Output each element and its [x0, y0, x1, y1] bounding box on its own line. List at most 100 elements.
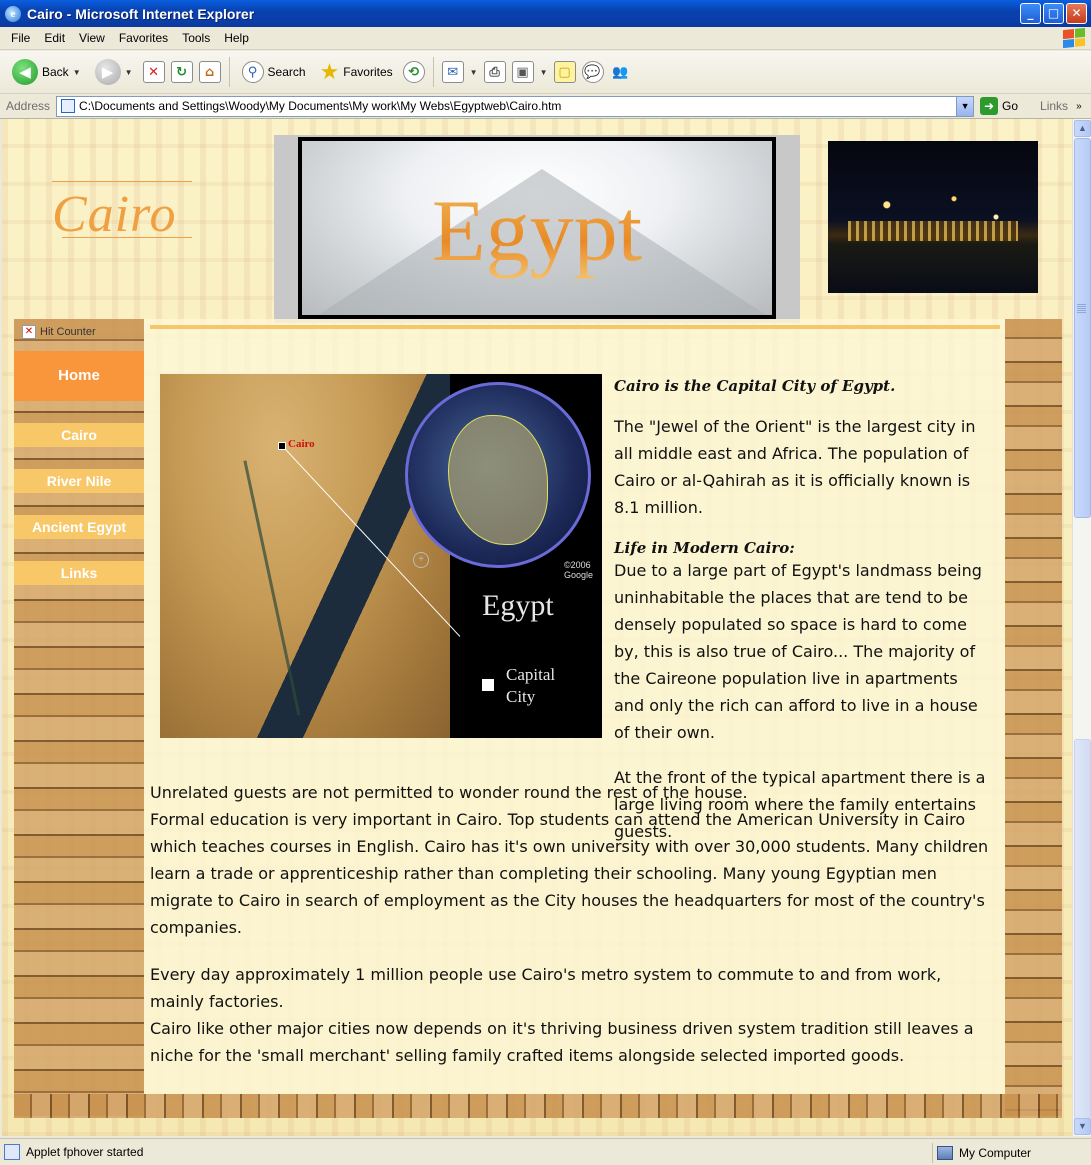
crosshair-icon: +: [413, 552, 429, 568]
nav-links[interactable]: Links: [14, 561, 144, 585]
address-input[interactable]: C:\Documents and Settings\Woody\My Docum…: [56, 95, 975, 117]
menu-view[interactable]: View: [72, 31, 112, 45]
search-label: Search: [267, 65, 306, 79]
egypt-map-label: Egypt: [482, 589, 554, 622]
page-icon: [61, 99, 76, 113]
stop-icon[interactable]: ✕: [142, 61, 165, 83]
ie-icon: e: [5, 5, 21, 22]
toolbar: ◀ Back ▼ ▶ ▼ ✕ ↻ ⌂ ⚲ Search ★ Favorites …: [0, 51, 1091, 94]
forward-arrow-icon: ▶: [94, 59, 121, 85]
guests-paragraph: Unrelated guests are not permitted to wo…: [150, 783, 748, 802]
broken-image-icon: ✕: [22, 325, 36, 339]
modern-cairo-paragraph: Due to a large part of Egypt's landmass …: [614, 561, 982, 742]
windows-logo-icon: [1063, 27, 1085, 49]
capital-marker: [482, 679, 494, 691]
page-viewport: Cairo Egypt ✕ Hit Counter Home Cairo Riv…: [2, 119, 1072, 1136]
google-credit: ©2006 Google: [564, 560, 594, 580]
home-icon[interactable]: ⌂: [198, 61, 221, 83]
minimize-button[interactable]: _: [1020, 3, 1041, 24]
mail-icon[interactable]: ✉: [441, 61, 464, 83]
zone-label: My Computer: [959, 1146, 1032, 1160]
scroll-down-icon[interactable]: ▼: [1074, 1118, 1091, 1135]
nav-river-nile[interactable]: River Nile: [14, 469, 144, 493]
banner-frame: Egypt: [298, 137, 776, 319]
forward-dropdown-icon[interactable]: ▼: [125, 68, 133, 77]
menu-file[interactable]: File: [4, 31, 37, 45]
search-icon: ⚲: [241, 61, 264, 83]
address-bar: Address C:\Documents and Settings\Woody\…: [0, 94, 1091, 119]
close-button[interactable]: ✕: [1066, 3, 1087, 24]
back-label: Back: [42, 65, 69, 79]
toolbar-separator: [228, 57, 230, 87]
bottom-hieroglyph-border: [14, 1094, 1062, 1118]
scroll-track-highlight: [1074, 739, 1091, 1119]
education-paragraph: Formal education is very important in Ca…: [150, 810, 989, 937]
back-arrow-icon: ◀: [12, 59, 38, 85]
refresh-icon[interactable]: ↻: [170, 61, 193, 83]
go-button[interactable]: ➜ Go: [980, 97, 1018, 115]
maximize-button[interactable]: □: [1043, 3, 1064, 24]
edit-icon[interactable]: ▣: [511, 61, 534, 83]
status-text: Applet fphover started: [26, 1145, 144, 1159]
menu-edit[interactable]: Edit: [37, 31, 72, 45]
history-icon[interactable]: ⟲: [402, 61, 425, 83]
favorites-button[interactable]: ★ Favorites: [316, 55, 397, 89]
go-arrow-icon: ➜: [980, 97, 999, 115]
nav-ancient-egypt[interactable]: Ancient Egypt: [14, 515, 144, 539]
banner-title: Egypt: [302, 181, 772, 282]
menu-favorites[interactable]: Favorites: [112, 31, 175, 45]
security-zone: My Computer: [932, 1143, 1031, 1163]
search-button[interactable]: ⚲ Search: [238, 55, 310, 89]
nav-home[interactable]: Home: [14, 351, 144, 401]
intro-paragraph: The "Jewel of the Orient" is the largest…: [614, 417, 976, 517]
hit-counter: ✕ Hit Counter: [22, 325, 96, 339]
note-icon[interactable]: ▢: [553, 61, 576, 83]
divider-rule: [150, 325, 1000, 329]
print-icon[interactable]: ⎙: [483, 61, 506, 83]
menu-tools[interactable]: Tools: [175, 31, 217, 45]
back-dropdown-icon[interactable]: ▼: [73, 68, 81, 77]
cairo-marker: [278, 442, 286, 450]
address-dropdown-icon[interactable]: ▼: [956, 96, 974, 116]
back-button[interactable]: ◀ Back ▼: [8, 55, 85, 89]
vertical-scrollbar[interactable]: ▲ ▼: [1072, 119, 1091, 1136]
computer-icon: [937, 1146, 953, 1160]
globe-image: [405, 382, 591, 568]
cairo-map-label: Cairo: [288, 438, 315, 450]
cairo-logo: Cairo: [52, 181, 193, 243]
africa-landmass: [448, 415, 548, 545]
messenger-icon[interactable]: 👥: [610, 61, 632, 83]
title-bar: e Cairo - Microsoft Internet Explorer _ …: [0, 0, 1091, 27]
menu-help[interactable]: Help: [217, 31, 256, 45]
favorites-star-icon: ★: [319, 59, 340, 84]
scroll-grip: [1077, 304, 1086, 313]
address-value: C:\Documents and Settings\Woody\My Docum…: [79, 99, 562, 113]
window-controls: _ □ ✕: [1020, 3, 1087, 24]
favorites-label: Favorites: [343, 65, 393, 79]
links-toolbar[interactable]: Links: [1040, 99, 1068, 113]
go-label: Go: [1002, 99, 1019, 113]
toolbar-separator: [432, 57, 434, 87]
modern-cairo-heading: Life in Modern Cairo:: [614, 539, 795, 557]
links-chevron-icon[interactable]: »: [1076, 101, 1082, 112]
scroll-up-icon[interactable]: ▲: [1074, 120, 1091, 137]
page-status-icon: [4, 1144, 20, 1160]
scroll-thumb[interactable]: [1074, 138, 1091, 518]
discuss-icon[interactable]: 💬: [581, 61, 604, 83]
forward-button[interactable]: ▶ ▼: [91, 55, 137, 89]
egypt-map-image: ©2006 Google + Cairo Egypt Capital City: [160, 374, 602, 738]
mail-dropdown-icon[interactable]: ▼: [470, 68, 478, 77]
business-paragraph: Cairo like other major cities now depend…: [150, 1019, 974, 1065]
egypt-banner: Egypt: [274, 135, 800, 323]
window-title: Cairo - Microsoft Internet Explorer: [27, 5, 255, 22]
status-bar: Applet fphover started My Computer: [0, 1138, 1091, 1165]
address-label: Address: [6, 99, 51, 113]
metro-paragraph: Every day approximately 1 million people…: [150, 965, 942, 1011]
edit-dropdown-icon[interactable]: ▼: [540, 68, 548, 77]
hit-counter-label: Hit Counter: [40, 326, 96, 338]
nav-cairo[interactable]: Cairo: [14, 423, 144, 447]
cairo-night-photo: [828, 141, 1038, 293]
capital-city-label: Capital City: [506, 665, 556, 706]
page-heading: Cairo is the Capital City of Egypt.: [614, 377, 896, 395]
body-text: Unrelated guests are not permitted to wo…: [150, 779, 1000, 1069]
